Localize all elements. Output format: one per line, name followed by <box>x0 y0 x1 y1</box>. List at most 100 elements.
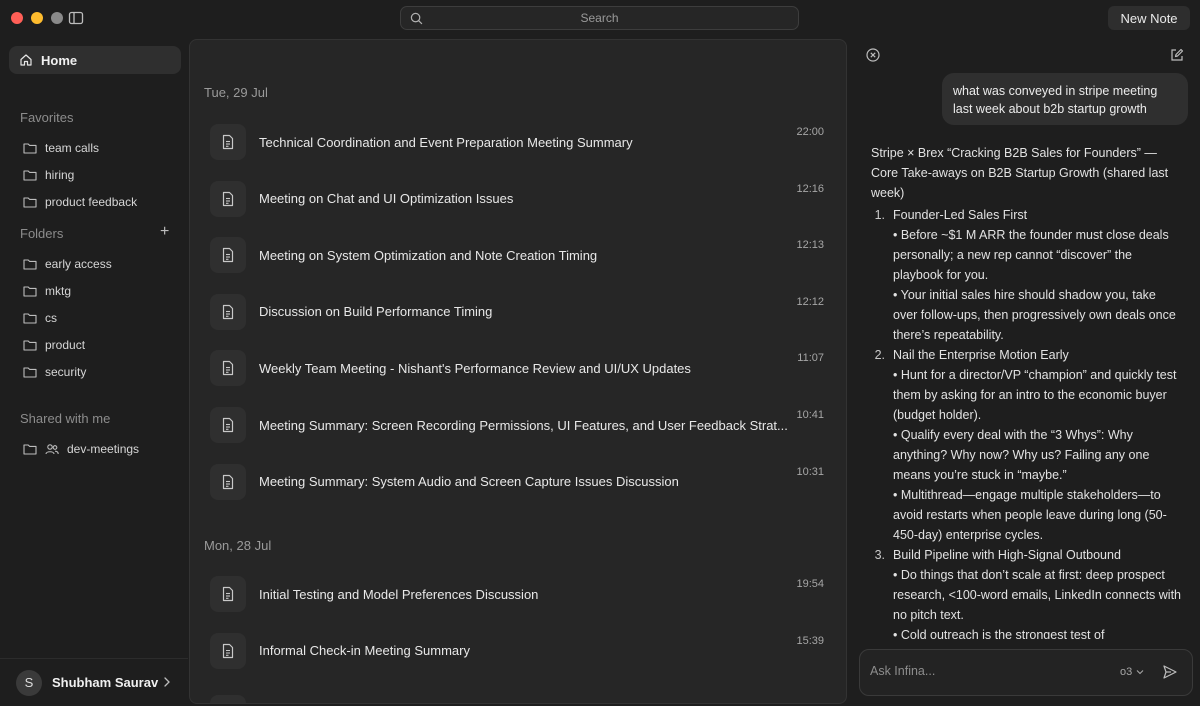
minimize-window-button[interactable] <box>31 12 43 24</box>
section-title-text: Nail the Enterprise Motion Early <box>893 348 1069 362</box>
document-icon <box>222 134 234 150</box>
answer-bullet: • Qualify every deal with the “3 Whys”: … <box>893 428 1150 482</box>
note-time: 10:31 <box>796 465 824 478</box>
answer-section-title: 1. Founder-Led Sales First <box>871 205 1183 225</box>
list-item[interactable]: Informal Check-in Meeting Summary 15:39 <box>210 632 830 669</box>
note-icon-box <box>210 237 246 274</box>
note-time: 12:12 <box>796 295 824 308</box>
zoom-window-button[interactable] <box>51 12 63 24</box>
shared-item-label: dev-meetings <box>67 442 140 456</box>
folder-icon <box>23 143 37 154</box>
sidebar-item-label: mktg <box>45 284 72 298</box>
sidebar-item-security[interactable]: security <box>23 365 86 379</box>
ask-input[interactable]: Ask Infina... o3 <box>859 649 1193 696</box>
answer-bullet: • Multithread—engage multiple stakeholde… <box>893 488 1167 542</box>
list-item[interactable] <box>210 695 830 703</box>
sidebar-item-dev-meetings[interactable]: dev-meetings <box>23 442 139 456</box>
document-icon <box>210 695 246 703</box>
folder-icon <box>23 313 37 324</box>
note-icon-box <box>210 463 246 500</box>
section-number: 3. <box>874 548 885 562</box>
sidebar-item-label: product feedback <box>45 195 138 209</box>
date-header: Tue, 29 Jul <box>204 85 268 100</box>
sidebar-toggle-icon[interactable] <box>68 10 84 26</box>
search-bar[interactable]: Search <box>400 6 799 30</box>
compose-icon[interactable] <box>1170 48 1184 62</box>
note-title: Meeting Summary: Screen Recording Permis… <box>259 417 788 433</box>
answer-bullet: • Your initial sales hire should shadow … <box>893 288 1176 342</box>
answer-bullet: • Do things that don’t scale at first: d… <box>893 568 1181 622</box>
sidebar-item-mktg[interactable]: mktg <box>23 284 71 298</box>
answer-bullet: • Before ~$1 M ARR the founder must clos… <box>893 228 1169 282</box>
users-icon <box>45 444 59 455</box>
note-icon-box <box>210 180 246 217</box>
answer-section-title: 3. Build Pipeline with High-Signal Outbou… <box>871 545 1183 565</box>
close-icon[interactable] <box>866 48 880 62</box>
user-profile[interactable]: S Shubham Saurav <box>0 658 188 706</box>
note-icon-box <box>210 350 246 387</box>
folder-icon <box>23 259 37 270</box>
note-icon-box <box>210 407 246 443</box>
sidebar-item-early-access[interactable]: early access <box>23 257 112 271</box>
folder-icon <box>23 197 37 208</box>
note-icon-box <box>210 576 246 612</box>
note-time: 15:39 <box>796 634 824 647</box>
model-label: o3 <box>1120 666 1133 678</box>
sidebar-item-label: security <box>45 365 87 379</box>
note-time: 22:00 <box>796 126 824 138</box>
model-selector[interactable]: o3 <box>1120 666 1144 678</box>
list-item[interactable]: Meeting Summary: System Audio and Screen… <box>210 463 830 500</box>
document-icon <box>222 361 234 376</box>
sidebar-item-cs[interactable]: cs <box>23 311 57 325</box>
sidebar-item-product[interactable]: product <box>23 338 85 352</box>
avatar: S <box>16 669 42 696</box>
shared-heading: Shared with me <box>20 411 111 426</box>
new-note-button[interactable]: New Note <box>1108 6 1190 30</box>
note-title: Discussion on Build Performance Timing <box>259 304 493 320</box>
document-icon <box>222 417 234 433</box>
sidebar-item-label: cs <box>45 311 57 325</box>
document-icon <box>222 643 234 658</box>
sidebar-item-home[interactable]: Home <box>9 46 181 74</box>
list-item[interactable]: Meeting Summary: Screen Recording Permis… <box>210 407 830 443</box>
section-title-text: Founder-Led Sales First <box>893 208 1028 222</box>
sidebar: Home Favorites team calls hiring product f… <box>0 36 188 706</box>
list-item[interactable]: Meeting on Chat and UI Optimization Issu… <box>210 180 830 217</box>
document-icon <box>222 191 234 206</box>
user-message-bubble: what was conveyed in stripe meeting last… <box>942 73 1188 125</box>
folder-icon <box>23 286 37 297</box>
sidebar-item-product-feedback[interactable]: product feedback <box>23 195 137 209</box>
note-time: 12:13 <box>796 239 824 252</box>
note-title: Meeting on Chat and UI Optimization Issu… <box>259 191 514 207</box>
home-icon <box>20 54 32 66</box>
note-title: Meeting on System Optimization and Note … <box>259 247 598 263</box>
send-icon[interactable] <box>1162 664 1178 680</box>
note-time: 11:07 <box>797 352 824 365</box>
date-header: Mon, 28 Jul <box>204 538 272 553</box>
list-item[interactable]: Discussion on Build Performance Timing 12… <box>210 293 830 330</box>
sidebar-item-label: product <box>45 338 86 352</box>
ask-placeholder: Ask Infina... <box>870 664 936 678</box>
document-icon <box>222 248 234 263</box>
sidebar-item-hiring[interactable]: hiring <box>23 168 74 182</box>
sidebar-item-team-calls[interactable]: team calls <box>23 141 99 155</box>
search-placeholder: Search <box>580 11 619 25</box>
chevron-right-icon <box>164 677 170 687</box>
list-item[interactable]: Meeting on System Optimization and Note … <box>210 237 830 274</box>
list-item[interactable]: Initial Testing and Model Preferences Di… <box>210 576 830 612</box>
list-item[interactable]: Weekly Team Meeting - Nishant's Performa… <box>210 350 830 387</box>
add-folder-button[interactable]: + <box>160 223 169 241</box>
close-window-button[interactable] <box>11 12 23 24</box>
list-item[interactable]: Technical Coordination and Event Prepara… <box>210 124 830 160</box>
user-name: Shubham Saurav <box>52 675 159 690</box>
folder-icon <box>23 340 37 351</box>
search-icon <box>410 12 423 25</box>
answer-intro: Stripe × Brex “Cracking B2B Sales for Fo… <box>871 146 1169 200</box>
note-icon-box <box>210 124 246 160</box>
notes-list: Tue, 29 Jul Technical Coordination and E… <box>189 39 847 704</box>
folder-icon <box>23 367 37 378</box>
note-title: Informal Check-in Meeting Summary <box>259 643 470 659</box>
answer-bullet: • Hunt for a director/VP “champion” and … <box>893 368 1177 422</box>
home-label: Home <box>41 52 78 68</box>
note-icon-box <box>210 632 246 669</box>
